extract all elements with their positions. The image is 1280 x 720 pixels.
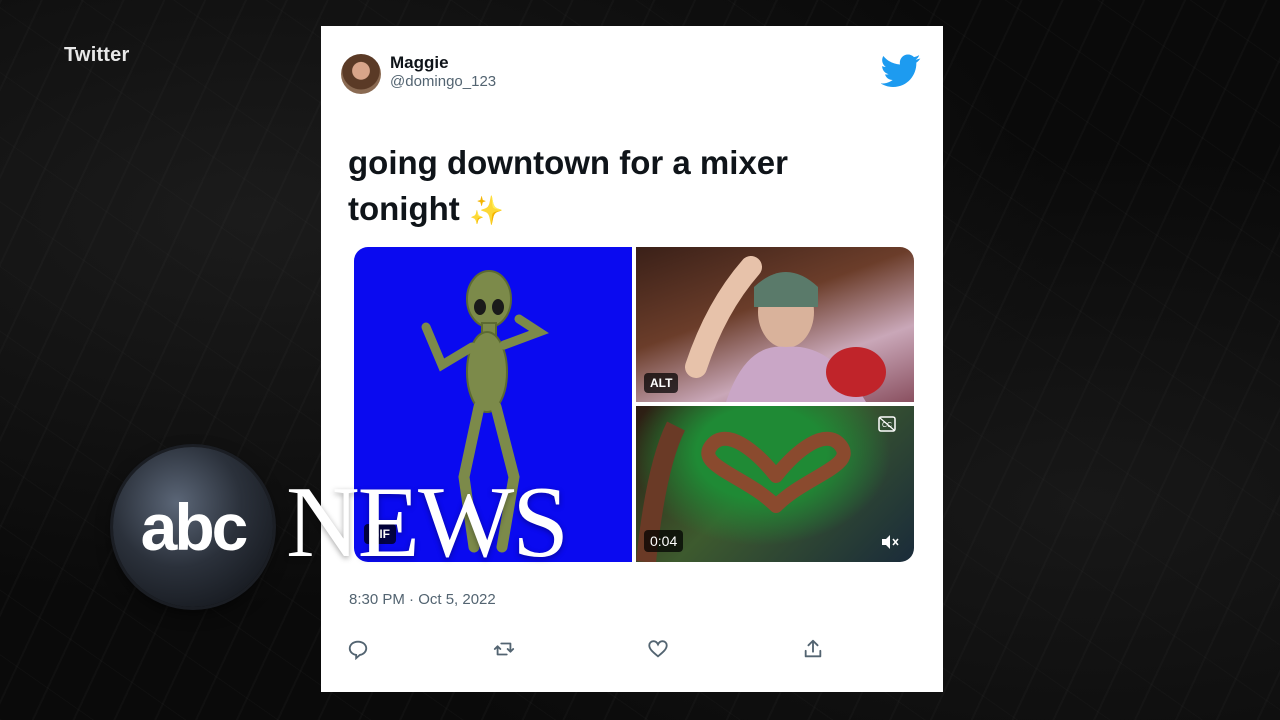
heart-hands-video[interactable]: CC 0:04 (636, 406, 914, 562)
like-icon[interactable] (647, 638, 669, 660)
video-timer: 0:04 (644, 530, 684, 552)
selfie-photo[interactable]: ALT (636, 247, 914, 402)
twitter-bird-icon[interactable] (881, 54, 921, 88)
source-label: Twitter (64, 44, 130, 66)
news-wordmark: NEWS (286, 466, 569, 579)
abc-logo-text: abc (140, 490, 249, 564)
display-name[interactable]: Maggie (390, 53, 449, 73)
user-handle[interactable]: @domingo_123 (390, 73, 496, 90)
retweet-icon[interactable] (493, 638, 515, 660)
tweet-action-bar (347, 638, 837, 662)
tweet-card: Maggie @domingo_123 going downtown for a… (321, 26, 943, 692)
svg-text:CC: CC (882, 422, 892, 429)
share-icon[interactable] (802, 638, 824, 660)
tweet-text-line-1: going downtown for a mixer (348, 144, 788, 181)
closed-captions-icon[interactable]: CC (878, 416, 896, 432)
sparkles-emoji: ✨ (468, 195, 504, 226)
reply-icon[interactable] (347, 638, 369, 660)
mute-icon[interactable] (880, 534, 900, 550)
tweet-text-line-2: tonight ✨ (348, 186, 868, 234)
alt-badge[interactable]: ALT (644, 373, 679, 393)
tweet-text: going downtown for a mixer tonight ✨ (348, 140, 868, 234)
tweet-timestamp[interactable]: 8:30 PM · Oct 5, 2022 (349, 591, 496, 608)
tweet-text-line-2-word: tonight (348, 190, 460, 227)
avatar[interactable] (341, 54, 381, 94)
abc-news-logo: abc (113, 447, 273, 607)
